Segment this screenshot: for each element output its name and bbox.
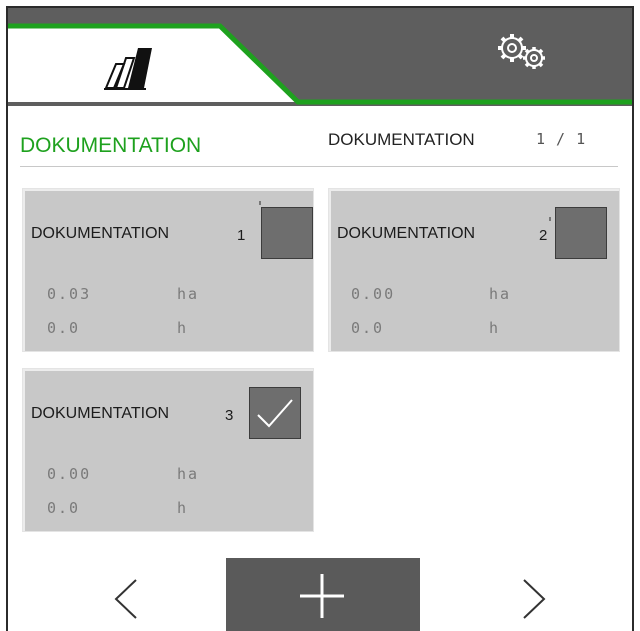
card-number: 2 [539, 227, 548, 244]
plus-icon [300, 574, 344, 618]
time-value: 0.0 [351, 319, 385, 337]
time-unit: h [177, 319, 189, 337]
next-page-button[interactable] [514, 576, 554, 622]
header: DOKUMENTATION DOKUMENTATION 1 / 1 [8, 112, 632, 168]
page-indicator: 1 / 1 [536, 130, 587, 148]
previous-page-button[interactable] [106, 576, 146, 622]
card-number: 1 [237, 227, 246, 244]
chevron-right-icon [523, 579, 546, 619]
tick-mark [259, 201, 261, 205]
area-unit: ha [177, 465, 200, 483]
time-value: 0.0 [47, 319, 81, 337]
terminal-screen: DOKUMENTATION DOKUMENTATION 1 / 1 DOKUME… [6, 6, 634, 631]
page-title: DOKUMENTATION [20, 134, 202, 157]
select-checkbox[interactable] [555, 207, 607, 259]
tab-machine[interactable] [8, 8, 288, 104]
tab-bar [8, 8, 632, 106]
tick-mark [549, 217, 551, 221]
card-number: 3 [225, 407, 234, 424]
select-checkbox[interactable] [261, 207, 313, 259]
machine-icon [104, 48, 152, 90]
area-value: 0.00 [351, 285, 396, 303]
tab-settings[interactable] [298, 8, 632, 102]
time-unit: h [489, 319, 501, 337]
time-value: 0.0 [47, 499, 81, 517]
checkmark-icon [257, 399, 293, 428]
section-label: DOKUMENTATION [328, 130, 475, 149]
area-value: 0.00 [47, 465, 92, 483]
documentation-card-2[interactable]: DOKUMENTATION 2 0.00 ha 0.0 h [328, 188, 620, 352]
card-name: DOKUMENTATION [337, 225, 476, 242]
area-unit: ha [489, 285, 512, 303]
chevron-left-icon [114, 579, 137, 619]
time-unit: h [177, 499, 189, 517]
header-divider [20, 166, 618, 167]
area-value: 0.03 [47, 285, 92, 303]
gear-icon [498, 34, 545, 69]
area-unit: ha [177, 285, 200, 303]
documentation-card-3[interactable]: DOKUMENTATION 3 0.00 ha 0.0 h [22, 368, 314, 532]
add-button[interactable] [226, 558, 420, 631]
card-name: DOKUMENTATION [31, 405, 170, 422]
documentation-card-1[interactable]: DOKUMENTATION 1 0.03 ha 0.0 h [22, 188, 314, 352]
select-checkbox-checked[interactable] [249, 387, 301, 439]
card-name: DOKUMENTATION [31, 225, 170, 242]
